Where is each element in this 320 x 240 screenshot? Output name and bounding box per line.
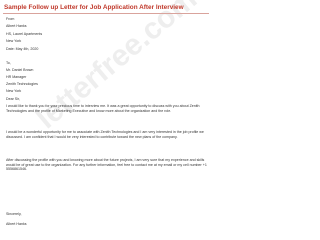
to-label: To,	[6, 61, 11, 65]
recipient-name: Mr. Daniel Brown	[6, 68, 34, 72]
watermark: letterfree.com	[30, 0, 204, 136]
signature-name: Albert Hanks	[6, 222, 27, 226]
closing: Sincerely,	[6, 212, 22, 216]
sender-address: HS, Laurel Apartments	[6, 32, 43, 36]
sender-city: New York	[6, 39, 22, 43]
sender-name: Albert Hanks	[6, 24, 27, 28]
body-paragraph: I would like to thank you for your preci…	[6, 104, 200, 113]
body-paragraph: I would be a wonderful opportunity for m…	[6, 130, 204, 139]
page-title: Sample Follow up Letter for Job Applicat…	[4, 4, 184, 11]
recipient-company: Zenith Technologies	[6, 82, 38, 86]
from-label: From	[6, 17, 15, 21]
letter-page: letterfree.com Sample Follow up Letter f…	[0, 0, 213, 237]
title-divider	[3, 13, 209, 14]
salutation: Dear Sir,	[6, 97, 20, 101]
recipient-title: HR Manager	[6, 75, 27, 79]
body-paragraph: After discussing the profile with you an…	[6, 158, 207, 172]
recipient-city: New York	[6, 89, 22, 93]
letter-date: Date: May 4th, 2020	[6, 47, 39, 51]
